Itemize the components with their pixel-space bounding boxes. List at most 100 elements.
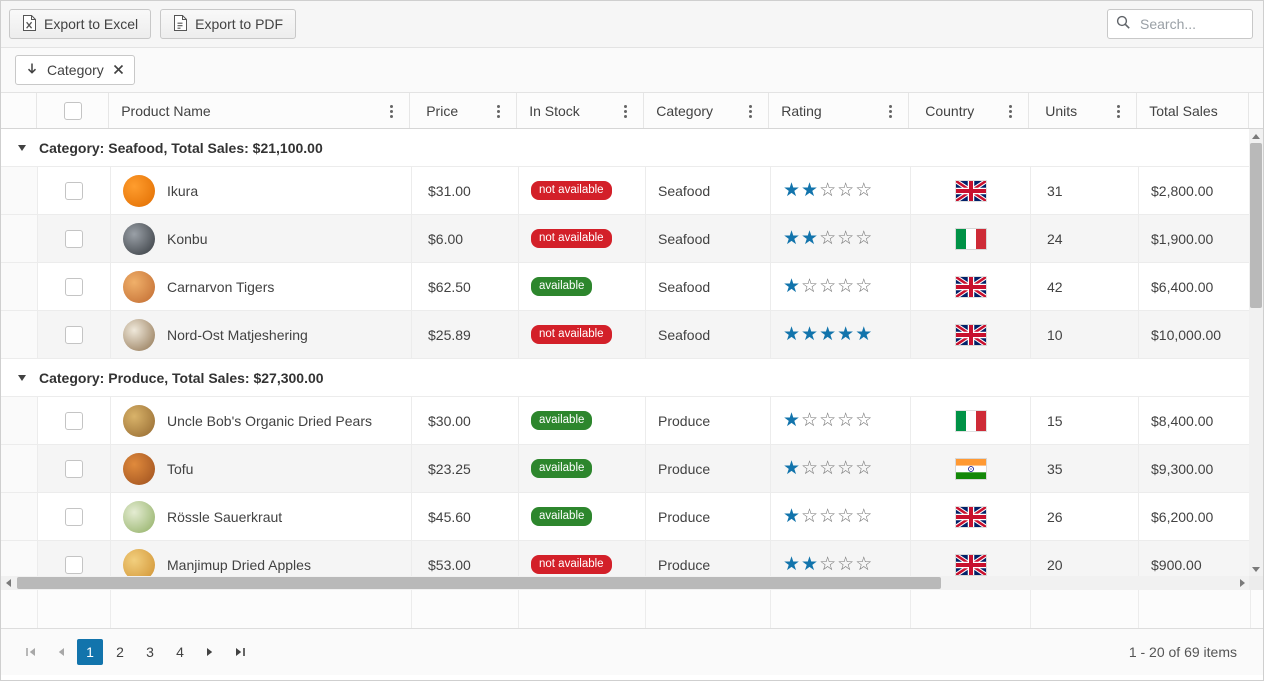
units-value: 26 [1047, 509, 1063, 525]
row-checkbox[interactable] [65, 556, 83, 574]
star-filled-icon: ★ [819, 323, 837, 345]
kebab-menu-icon[interactable] [1117, 110, 1120, 113]
units-value: 31 [1047, 183, 1063, 199]
caret-down-icon[interactable] [18, 145, 26, 151]
star-filled-icon: ★ [783, 457, 801, 479]
product-image [123, 175, 155, 207]
kebab-menu-icon[interactable] [624, 110, 627, 113]
total-sales-cell: $10,000.00 [1139, 311, 1251, 358]
rating-stars: ★☆☆☆☆ [783, 411, 873, 430]
column-header[interactable]: Country [909, 93, 1029, 128]
kebab-menu-icon[interactable] [749, 110, 752, 113]
star-empty-icon: ☆ [855, 179, 873, 201]
pager-page-button-2[interactable]: 2 [107, 639, 133, 665]
scroll-up-arrow-icon[interactable] [1249, 129, 1263, 143]
price-value: $30.00 [428, 413, 471, 429]
stock-status-badge: available [531, 459, 592, 478]
star-empty-icon: ☆ [837, 227, 855, 249]
star-empty-icon: ☆ [819, 457, 837, 479]
row-checkbox[interactable] [65, 508, 83, 526]
scroll-right-arrow-icon[interactable] [1235, 576, 1249, 590]
close-icon[interactable] [113, 62, 124, 78]
product-image [123, 549, 155, 577]
group-header-row: Category: Produce, Total Sales: $27,300.… [1, 359, 1251, 397]
select-all-checkbox[interactable] [64, 102, 82, 120]
export-pdf-button[interactable]: Export to PDF [160, 9, 296, 39]
star-empty-icon: ☆ [819, 275, 837, 297]
row-checkbox[interactable] [65, 278, 83, 296]
star-filled-icon: ★ [783, 553, 801, 575]
row-checkbox[interactable] [65, 412, 83, 430]
total-sales-cell: $6,200.00 [1139, 493, 1251, 540]
pager-prev-button[interactable] [47, 639, 73, 665]
total-sales-value: $8,400.00 [1151, 413, 1213, 429]
country-flag-icon [956, 507, 986, 527]
total-sales-value: $6,200.00 [1151, 509, 1213, 525]
pager-page-button-3[interactable]: 3 [137, 639, 163, 665]
column-header[interactable]: In Stock [517, 93, 644, 128]
column-header[interactable]: Units [1029, 93, 1137, 128]
total-sales-cell: $6,400.00 [1139, 263, 1251, 310]
rating-stars: ★☆☆☆☆ [783, 507, 873, 526]
row-checkbox[interactable] [65, 230, 83, 248]
country-flag-icon [956, 411, 986, 431]
kebab-menu-icon[interactable] [1009, 110, 1012, 113]
star-empty-icon: ☆ [837, 275, 855, 297]
row-select-cell [38, 263, 111, 310]
pager-page-button-4[interactable]: 4 [167, 639, 193, 665]
kebab-menu-icon[interactable] [497, 110, 500, 113]
excel-file-icon [22, 15, 37, 34]
star-filled-icon: ★ [801, 179, 819, 201]
star-empty-icon: ☆ [801, 457, 819, 479]
grid-body: Category: Seafood, Total Sales: $21,100.… [1, 129, 1263, 576]
horizontal-scrollbar[interactable] [1, 576, 1263, 590]
row-select-cell [38, 541, 111, 576]
pager-next-button[interactable] [197, 639, 223, 665]
column-header[interactable]: Total Sales [1137, 93, 1249, 128]
export-excel-button[interactable]: Export to Excel [9, 9, 151, 39]
column-header-label: Category [656, 103, 713, 119]
column-header[interactable]: Price [410, 93, 517, 128]
kebab-menu-icon[interactable] [390, 110, 393, 113]
star-filled-icon: ★ [783, 505, 801, 527]
header-expander-cell [1, 93, 37, 128]
grid-header-cells: Product Name Price In Stock Category Rat… [109, 93, 1249, 128]
pager-first-button[interactable] [17, 639, 43, 665]
in-stock-cell: available [519, 263, 646, 310]
price-cell: $6.00 [412, 215, 519, 262]
row-select-cell [38, 167, 111, 214]
vertical-scrollbar[interactable] [1249, 129, 1263, 576]
star-empty-icon: ☆ [855, 275, 873, 297]
row-checkbox[interactable] [65, 182, 83, 200]
column-header[interactable]: Rating [769, 93, 909, 128]
star-empty-icon: ☆ [855, 227, 873, 249]
column-header[interactable]: Product Name [109, 93, 410, 128]
country-flag-icon [956, 459, 986, 479]
rating-stars: ★☆☆☆☆ [783, 277, 873, 296]
scroll-down-arrow-icon[interactable] [1249, 562, 1263, 576]
total-sales-value: $2,800.00 [1151, 183, 1213, 199]
column-header-label: Rating [781, 103, 821, 119]
caret-down-icon[interactable] [18, 375, 26, 381]
group-chip-category[interactable]: Category [15, 55, 135, 85]
country-flag-icon [956, 325, 986, 345]
pager-page-button-1[interactable]: 1 [77, 639, 103, 665]
horizontal-scrollbar-thumb[interactable] [17, 577, 941, 589]
row-checkbox[interactable] [65, 326, 83, 344]
scroll-left-arrow-icon[interactable] [1, 576, 15, 590]
arrow-down-icon[interactable] [26, 62, 38, 78]
column-header-label: Product Name [121, 103, 210, 119]
search-input[interactable] [1138, 15, 1244, 33]
kebab-menu-icon[interactable] [889, 110, 892, 113]
category-cell: Seafood [646, 167, 771, 214]
vertical-scrollbar-thumb[interactable] [1250, 143, 1262, 308]
units-value: 24 [1047, 231, 1063, 247]
pager-last-button[interactable] [227, 639, 253, 665]
units-value: 15 [1047, 413, 1063, 429]
in-stock-cell: available [519, 493, 646, 540]
row-checkbox[interactable] [65, 460, 83, 478]
star-filled-icon: ★ [783, 275, 801, 297]
product-name: Rössle Sauerkraut [167, 509, 282, 525]
units-cell: 31 [1031, 167, 1139, 214]
column-header[interactable]: Category [644, 93, 769, 128]
